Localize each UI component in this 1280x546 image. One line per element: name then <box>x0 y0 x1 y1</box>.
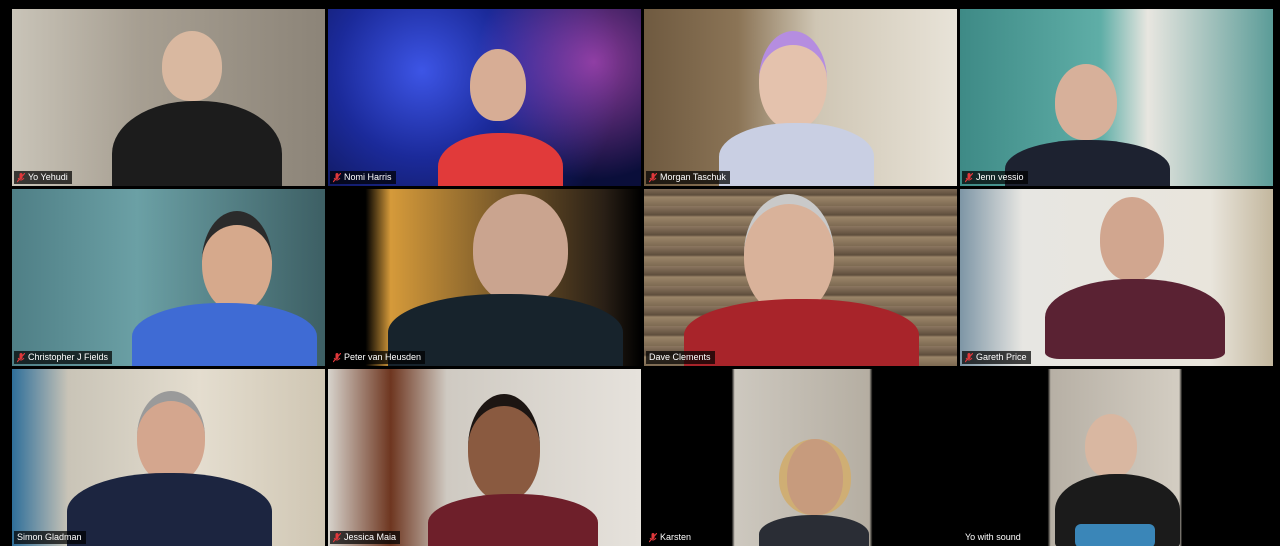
muted-mic-icon <box>333 352 341 363</box>
participant-label: Christopher J Fields <box>14 351 113 364</box>
video-tile-gareth-price[interactable]: Gareth Price <box>960 189 1273 366</box>
participant-name: Yo Yehudi <box>28 172 68 182</box>
participant-label: Morgan Taschuk <box>646 171 730 184</box>
video-tile-christopher-j-fields[interactable]: Christopher J Fields <box>12 189 325 366</box>
video-tile-jenn-vessio[interactable]: Jenn vessio <box>960 9 1273 186</box>
participant-label: Jenn vessio <box>962 171 1028 184</box>
muted-mic-icon <box>649 172 657 183</box>
video-tile-yo-with-sound[interactable]: Yo with sound <box>960 369 1273 546</box>
video-tile-peter-van-heusden[interactable]: Peter van Heusden <box>328 189 641 366</box>
participant-label: Jessica Maia <box>330 531 401 544</box>
participant-name: Dave Clements <box>649 352 711 362</box>
muted-mic-icon <box>333 172 341 183</box>
participant-label: Dave Clements <box>646 351 715 364</box>
participant-label: Yo Yehudi <box>14 171 72 184</box>
video-gallery: Yo Yehudi Nomi Harris Morgan Taschuk Jen… <box>0 0 1280 546</box>
video-tile-jessica-maia[interactable]: Jessica Maia <box>328 369 641 546</box>
participant-name: Jessica Maia <box>344 532 397 542</box>
video-tile-nomi-harris[interactable]: Nomi Harris <box>328 9 641 186</box>
participant-name: Simon Gladman <box>17 532 82 542</box>
participant-label: Karsten <box>646 531 696 544</box>
video-tile-yo-yehudi[interactable]: Yo Yehudi <box>12 9 325 186</box>
muted-mic-icon <box>965 172 973 183</box>
participant-name: Gareth Price <box>976 352 1027 362</box>
video-tile-morgan-taschuk[interactable]: Morgan Taschuk <box>644 9 957 186</box>
video-tile-simon-gladman[interactable]: Simon Gladman <box>12 369 325 546</box>
video-tile-karsten[interactable]: Karsten <box>644 369 957 546</box>
participant-name: Morgan Taschuk <box>660 172 726 182</box>
muted-mic-icon <box>333 532 341 543</box>
participant-name: Peter van Heusden <box>344 352 422 362</box>
participant-name: Christopher J Fields <box>28 352 109 362</box>
muted-mic-icon <box>965 352 973 363</box>
participant-label: Nomi Harris <box>330 171 396 184</box>
muted-mic-icon <box>649 532 657 543</box>
participant-name: Yo with sound <box>965 532 1021 542</box>
muted-mic-icon <box>17 172 25 183</box>
participant-label: Simon Gladman <box>14 531 86 544</box>
participant-label: Peter van Heusden <box>330 351 426 364</box>
participant-name: Nomi Harris <box>344 172 392 182</box>
video-tile-dave-clements[interactable]: Dave Clements <box>644 189 957 366</box>
participant-label: Yo with sound <box>962 531 1025 544</box>
participant-name: Karsten <box>660 532 692 542</box>
participant-label: Gareth Price <box>962 351 1031 364</box>
participant-name: Jenn vessio <box>976 172 1024 182</box>
muted-mic-icon <box>17 352 25 363</box>
